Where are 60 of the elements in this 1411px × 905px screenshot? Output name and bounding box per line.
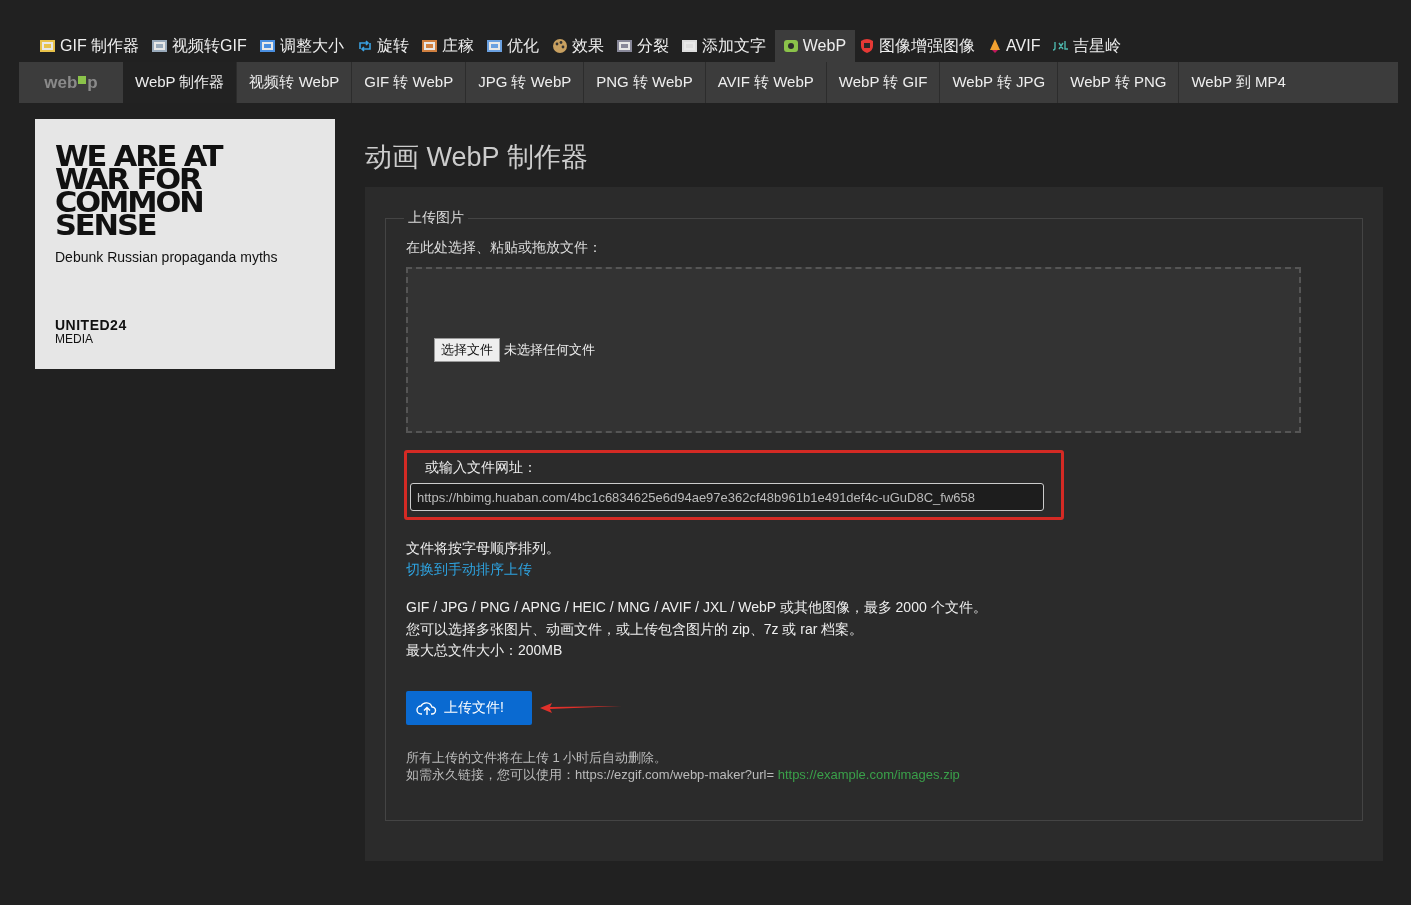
nav-tab[interactable]: 调整大小 (255, 30, 353, 62)
rocket-icon (988, 38, 1003, 54)
page-title: 动画 WebP 制作器 (365, 141, 589, 174)
sub-nav-tab[interactable]: JPG 转 WebP (465, 62, 584, 103)
info-text: GIF / JPG / PNG / APNG / HEIC / MNG / AVIF / JXL / WebP 或其他图像，最多 2000 个文件。 (406, 598, 988, 617)
nav-tab[interactable]: 旋转 (352, 30, 418, 62)
webp-icon (782, 39, 799, 53)
sub-nav-tab[interactable]: GIF 转 WebP (351, 62, 466, 103)
sub-nav-tab[interactable]: WebP 转 JPG (939, 62, 1058, 103)
window-icon (421, 39, 438, 53)
permalink-note: 如需永久链接，您可以使用：https://ezgif.com/webp-maker?url= (406, 766, 775, 782)
info-text: 最大总文件大小：200MB (406, 641, 564, 660)
nav-tab[interactable]: 添加文字 (677, 30, 775, 62)
jxl-icon (1053, 40, 1070, 52)
window-icon (486, 39, 503, 53)
fieldset-legend: 上传图片 (404, 209, 468, 227)
drop-zone[interactable]: 选择文件 未选择任何文件 (406, 267, 1301, 433)
badge-icon (859, 38, 876, 54)
sub-nav-tab[interactable]: AVIF 转 WebP (704, 62, 826, 103)
order-note: 文件将按字母顺序排列。 (406, 540, 561, 558)
example-link[interactable]: https://example.com/images.zip (777, 766, 960, 782)
ad-tagline: Debunk Russian propaganda myths (55, 249, 279, 265)
ad-banner[interactable]: WE ARE AT WAR FOR COMMON SENSE Debunk Russian propaganda myths UNITED24 MEDIA (35, 119, 335, 369)
palette-icon (551, 38, 568, 54)
cloud-upload-icon (416, 699, 438, 716)
url-input[interactable]: https://hbimg.huaban.com/4bc1c6834625e6d94ae97e362cf48b961b1e491def4c-uGuD8C_fw658 (410, 483, 1044, 511)
sub-nav-tab[interactable]: PNG 转 WebP (583, 62, 705, 103)
drop-label: 在此处选择、粘贴或拖放文件： (406, 239, 603, 257)
nav-tab[interactable]: GIF 制作器 (36, 30, 149, 62)
deletion-note: 所有上传的文件将在上传 1 小时后自动删除。 (406, 748, 669, 766)
window-icon (40, 39, 56, 53)
url-label: 或输入文件网址： (425, 459, 538, 477)
nav-tab[interactable]: 吉星岭 (1049, 30, 1131, 62)
window-icon (152, 39, 169, 53)
upload-button[interactable]: 上传文件! (406, 690, 532, 725)
rotate-icon (356, 39, 373, 53)
sub-nav-tab[interactable]: WebP 到 MP4 (1178, 62, 1298, 103)
nav-tab[interactable]: 视频转GIF (148, 30, 256, 62)
nav-tab[interactable]: 优化 (482, 30, 548, 62)
file-status: 未选择任何文件 (504, 341, 595, 359)
manual-order-link[interactable]: 切换到手动排序上传 (406, 561, 532, 579)
sub-nav-tab[interactable]: WebP 制作器 (123, 62, 237, 103)
sub-nav-tab[interactable]: WebP 转 GIF (825, 62, 940, 103)
nav-tab[interactable]: AVIF (984, 30, 1050, 62)
ad-brand: UNITED24 (55, 317, 128, 333)
nav-tab[interactable]: 分裂 (612, 30, 678, 62)
window-icon (681, 39, 698, 53)
window-icon (616, 39, 633, 53)
sub-nav-tab[interactable]: WebP 转 PNG (1057, 62, 1179, 103)
nav-tab[interactable]: 效果 (547, 30, 613, 62)
ad-headline: WE ARE AT WAR FOR COMMON SENSE (55, 145, 223, 237)
window-icon (259, 39, 276, 53)
nav-tab[interactable]: 图像增强图像 (855, 30, 985, 62)
sub-nav-tab[interactable]: 视频转 WebP (236, 62, 352, 103)
choose-file-button[interactable]: 选择文件 (434, 338, 500, 362)
nav-tab[interactable]: 庄稼 (417, 30, 483, 62)
ad-brand-subtitle: MEDIA (55, 333, 94, 345)
nav-tab[interactable]: WebP (774, 30, 856, 62)
webp-logo: web p (43, 71, 99, 94)
info-text: 您可以选择多张图片、动画文件，或上传包含图片的 zip、7z 或 rar 档案。 (406, 619, 865, 639)
